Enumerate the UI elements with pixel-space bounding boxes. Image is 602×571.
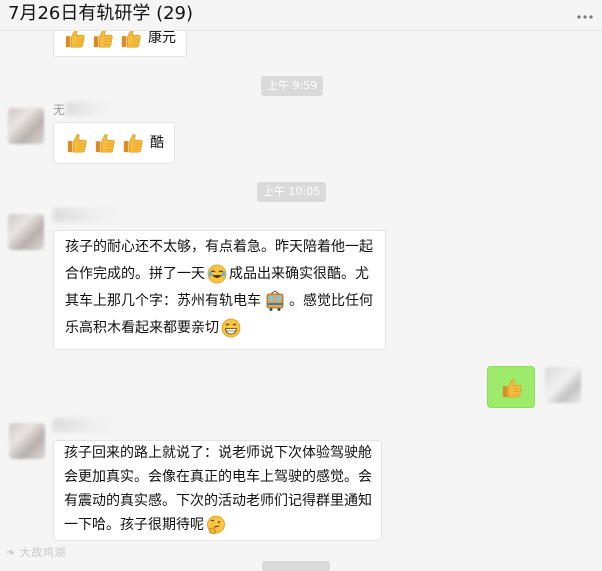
message-line: 会更加真实。会像在真正的电车上驾驶的感觉。会	[64, 469, 372, 485]
message-text: 合作完成的。拼了一天	[65, 266, 205, 282]
ellipsis-icon[interactable]	[576, 8, 594, 26]
grin-emoji-icon	[221, 318, 241, 338]
self-avatar[interactable]	[545, 367, 581, 403]
chat-header: 7月26日有轨研学 (29)	[0, 0, 602, 31]
thumbs-up-icon	[501, 377, 523, 399]
message-line: 乐高积木看起来都要亲切	[65, 315, 385, 342]
self-message-bubble[interactable]	[487, 366, 535, 408]
watermark-text: 大故鸡湖	[19, 546, 66, 559]
timestamp: 上午 10:05	[257, 182, 327, 202]
avatar[interactable]	[8, 214, 44, 250]
message-line: 其车上那几个字：苏州有轨电车 。感觉比任何	[65, 288, 385, 315]
avatar[interactable]	[8, 108, 44, 144]
sender-name-blurred	[53, 418, 119, 432]
thumbs-up-icon	[122, 132, 144, 154]
thumbs-up-icon	[64, 31, 86, 49]
weibo-icon: ❧	[6, 546, 16, 559]
avatar[interactable]	[9, 423, 45, 459]
message-bubble[interactable]: 酷	[53, 122, 175, 164]
message-text: 康元	[148, 31, 176, 46]
thinking-emoji-icon	[207, 515, 225, 534]
timestamp-partial	[262, 561, 330, 571]
message-text: 其车上那几个字：苏州有轨电车	[65, 293, 261, 309]
thumbs-up-icon	[66, 132, 88, 154]
message-bubble[interactable]: 孩子的耐心还不太够，有点着急。昨天陪着他一起 合作完成的。拼了一天 成品出来确实…	[53, 230, 386, 350]
chat-area[interactable]: 康元 上午 9:59 无 酷 上午 10:05 孩子的耐心还不太够，有点着急。昨…	[0, 31, 602, 566]
message-text: 乐高积木看起来都要亲切	[65, 320, 219, 336]
message-text: 酷	[150, 135, 164, 151]
message-line: 一下哈。孩子很期待呢	[64, 513, 381, 537]
message-line: 孩子的耐心还不太够，有点着急。昨天陪着他一起	[65, 239, 373, 255]
watermark: ❧ 大故鸡湖	[6, 544, 66, 560]
message-text: 一下哈。孩子很期待呢	[64, 517, 204, 533]
tram-emoji-icon	[266, 290, 284, 311]
chat-title: 7月26日有轨研学 (29)	[8, 3, 194, 24]
message-line: 有震动的真实感。下次的活动老师们记得群里通知	[64, 493, 372, 509]
message-line: 合作完成的。拼了一天 成品出来确实很酷。尤	[65, 261, 385, 288]
sender-name: 无	[53, 103, 66, 117]
thumbs-up-icon	[94, 132, 116, 154]
sender-name-blurred	[66, 102, 114, 116]
laugh-cry-emoji-icon	[207, 264, 227, 284]
sender-name-blurred	[53, 208, 123, 222]
thumbs-up-icon	[120, 31, 142, 49]
message-text: 。感觉比任何	[289, 293, 373, 309]
message-line: 孩子回来的路上就说了：说老师说下次体验驾驶舱	[64, 445, 372, 461]
message-bubble[interactable]: 孩子回来的路上就说了：说老师说下次体验驾驶舱 会更加真实。会像在真正的电车上驾驶…	[53, 440, 382, 541]
timestamp: 上午 9:59	[261, 76, 324, 96]
thumbs-up-icon	[92, 31, 114, 49]
message-bubble[interactable]: 康元	[53, 31, 187, 57]
message-text: 成品出来确实很酷。尤	[229, 266, 369, 282]
